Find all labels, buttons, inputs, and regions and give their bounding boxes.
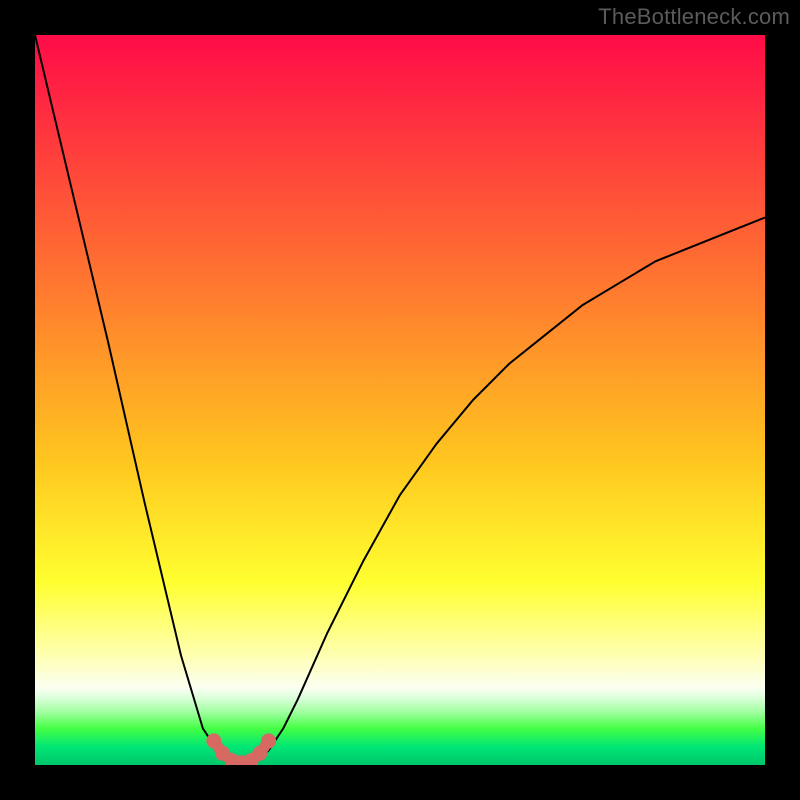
highlight-dot [206, 733, 221, 748]
highlight-dots [206, 733, 276, 765]
chart-frame: TheBottleneck.com [0, 0, 800, 800]
bottleneck-curve [35, 35, 765, 765]
watermark-text: TheBottleneck.com [598, 4, 790, 30]
highlight-dot [252, 746, 267, 761]
curve-layer [35, 35, 765, 765]
highlight-dot [261, 733, 276, 748]
plot-area [35, 35, 765, 765]
